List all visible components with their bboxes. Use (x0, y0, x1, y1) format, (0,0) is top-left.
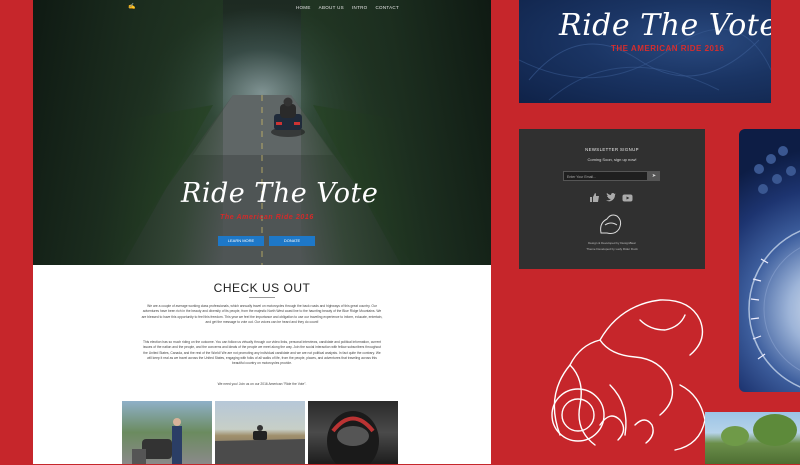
trees-right (301, 0, 491, 265)
nav-about-us[interactable]: ABOUT US (319, 5, 344, 10)
design-credit: Design & Developed by DesignBear (588, 241, 636, 245)
gallery-photo-2[interactable] (215, 401, 305, 464)
nav-home[interactable]: HOME (296, 5, 311, 10)
theme-credit: Theme Developed by Lady Rider Duck (586, 247, 638, 251)
site-logo[interactable]: ✍ (128, 3, 140, 13)
section-title: CHECK US OUT (213, 281, 311, 295)
election-paragraph: This election has so much riding on the … (142, 340, 382, 366)
brand-banner-card: Ride The Vote.Com THE AMERICAN RIDE 2016 (519, 0, 771, 103)
newsletter-subtitle: Coming Soon, sign up now! (587, 157, 637, 162)
twitter-icon[interactable] (605, 192, 616, 203)
banner-subtitle: THE AMERICAN RIDE 2016 (611, 44, 725, 53)
landscape-photo (705, 412, 800, 464)
donate-button[interactable]: DONATE (269, 236, 315, 246)
email-input[interactable]: Enter Your Email... (563, 171, 648, 181)
hero-title: Ride The Vote (181, 178, 379, 209)
hero-banner: ✍ HOME ABOUT US INTRO CONTACT Ride The V… (33, 0, 491, 265)
join-paragraph: We need you! Join us on our 2016 America… (217, 382, 307, 386)
trees-left (33, 0, 223, 265)
banner-title: Ride The Vote.Com (559, 8, 771, 43)
rider-logo-icon (600, 214, 622, 234)
intro-paragraph: We are a couple of average working class… (141, 304, 383, 324)
gallery-photo-3[interactable] (308, 401, 398, 464)
motorcycle-rider-image (271, 97, 305, 137)
rider-line-art-icon (551, 299, 706, 451)
speedometer-image (739, 129, 800, 392)
website-mockup: ✍ HOME ABOUT US INTRO CONTACT Ride The V… (33, 0, 491, 464)
youtube-icon[interactable] (622, 192, 633, 203)
newsletter-card: NEWSLETTER SIGNUP Coming Soon, sign up n… (519, 129, 705, 269)
hero-subtitle: The American Ride 2016 (220, 214, 314, 221)
newsletter-title: NEWSLETTER SIGNUP (585, 147, 639, 152)
thumbs-up-icon[interactable] (589, 192, 600, 203)
learn-more-button[interactable]: LEARN MORE (218, 236, 264, 246)
nav-intro[interactable]: INTRO (352, 5, 368, 10)
nav-contact[interactable]: CONTACT (375, 5, 399, 10)
title-divider (249, 297, 275, 298)
main-nav: HOME ABOUT US INTRO CONTACT (296, 5, 399, 10)
gallery-photo-1[interactable] (122, 401, 212, 464)
send-icon[interactable]: ➤ (648, 171, 660, 181)
